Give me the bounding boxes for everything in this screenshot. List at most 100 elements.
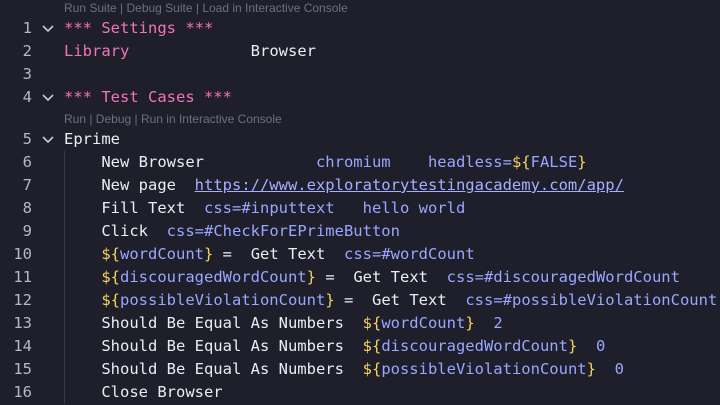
code-token: discouragedWordCount	[381, 337, 568, 355]
line-code: New Browser chromium headless=${FALSE}	[64, 151, 587, 174]
code-line[interactable]: 1 *** Settings ***	[0, 17, 720, 40]
line-number: 14	[13, 337, 32, 355]
code-token: }	[306, 268, 316, 286]
code-line[interactable]: 8 Fill Text css=#inputtext hello world	[0, 197, 720, 220]
code-token: =	[334, 291, 363, 309]
code-line[interactable]: 7 New page https://www.exploratorytestin…	[0, 174, 720, 197]
code-line[interactable]: 4 *** Test Cases ***	[0, 86, 720, 109]
code-token: Get Text	[372, 291, 447, 309]
line-number: 1	[22, 19, 32, 37]
line-code: Close Browser	[64, 381, 223, 404]
code-line[interactable]: 3	[0, 63, 720, 86]
code-line[interactable]: 2 Library Browser	[0, 40, 720, 63]
code-token: Get Text	[353, 268, 428, 286]
code-line[interactable]: 5 Eprime	[0, 128, 720, 151]
code-editor[interactable]: Run Suite | Debug Suite | Load in Intera…	[0, 0, 720, 405]
code-token: Close Browser	[101, 383, 223, 401]
code-token: ${	[511, 153, 531, 171]
code-token: 0	[595, 337, 606, 355]
code-token: Should Be Equal As Numbers	[101, 314, 344, 332]
line-code: Should Be Equal As Numbers ${discouraged…	[64, 335, 605, 358]
code-token: ${	[101, 268, 120, 286]
code-line[interactable]: 11 ${discouragedWordCount} = Get Text cs…	[0, 266, 720, 289]
code-token[interactable]: https://www.exploratorytestingacademy.co…	[195, 174, 624, 197]
line-number: 8	[22, 199, 32, 217]
code-line[interactable]: 16 Close Browser	[0, 381, 720, 404]
code-token: Browser	[250, 42, 316, 60]
line-code: ${wordCount} = Get Text css=#wordCount	[64, 243, 474, 266]
code-token: possibleViolationCount	[120, 291, 326, 309]
code-token: }	[204, 245, 214, 263]
chevron-down-icon[interactable]	[41, 17, 55, 40]
code-token: Should Be Equal As Numbers	[101, 360, 344, 378]
code-token: Eprime	[64, 130, 120, 148]
code-token: New Browser	[101, 153, 204, 171]
code-line[interactable]: 6 New Browser chromium headless=${FALSE}	[0, 151, 720, 174]
code-token: Fill Text	[101, 199, 186, 217]
code-token: *** Settings ***	[64, 19, 214, 37]
code-token: css=#inputtext	[204, 199, 335, 217]
code-token: ${	[362, 360, 382, 378]
line-number: 11	[13, 268, 32, 286]
code-token: Library	[64, 42, 130, 60]
code-token: hello world	[362, 199, 466, 217]
chevron-down-icon[interactable]	[41, 128, 55, 151]
code-token: }	[567, 337, 578, 355]
line-number: 6	[22, 153, 32, 171]
code-token: }	[465, 314, 475, 332]
code-token: Should Be Equal As Numbers	[101, 337, 344, 355]
code-token: Click	[101, 222, 148, 240]
code-token: discouragedWordCount	[120, 268, 307, 286]
code-line[interactable]: 9 Click css=#CheckForEPrimeButton	[0, 220, 720, 243]
line-code: Eprime	[64, 128, 120, 151]
code-token: ${	[362, 337, 382, 355]
line-code: New page https://www.exploratorytestinga…	[64, 174, 624, 197]
suite-codelens[interactable]: Run Suite | Debug Suite | Load in Intera…	[64, 1, 348, 15]
code-token: wordCount	[120, 245, 204, 263]
code-line[interactable]: 13 Should Be Equal As Numbers ${wordCoun…	[0, 312, 720, 335]
line-number: 4	[22, 88, 32, 106]
code-line[interactable]: 15 Should Be Equal As Numbers ${possible…	[0, 358, 720, 381]
line-code: *** Settings ***	[64, 17, 213, 40]
line-number: 12	[13, 291, 32, 309]
line-number: 13	[13, 314, 32, 332]
test-codelens[interactable]: Run | Debug | Run in Interactive Console	[64, 112, 282, 126]
code-token: css=#possibleViolationCount	[465, 291, 718, 309]
line-code: Should Be Equal As Numbers ${wordCount} …	[64, 312, 502, 335]
line-number: 9	[22, 222, 32, 240]
code-token: 0	[614, 360, 624, 378]
code-token: }	[577, 153, 587, 171]
line-code: ${discouragedWordCount} = Get Text css=#…	[64, 266, 680, 289]
code-token: *** Test Cases ***	[64, 88, 232, 106]
line-number: 7	[22, 176, 32, 194]
code-token: ${	[101, 291, 120, 309]
chevron-down-icon[interactable]	[41, 86, 55, 109]
code-line[interactable]: 12 ${possibleViolationCount} = Get Text …	[0, 289, 720, 312]
code-line[interactable]: 10 ${wordCount} = Get Text css=#wordCoun…	[0, 243, 720, 266]
code-token: wordCount	[381, 314, 466, 332]
code-line[interactable]: 14 Should Be Equal As Numbers ${discoura…	[0, 335, 720, 358]
line-code: ${possibleViolationCount} = Get Text css…	[64, 289, 717, 312]
